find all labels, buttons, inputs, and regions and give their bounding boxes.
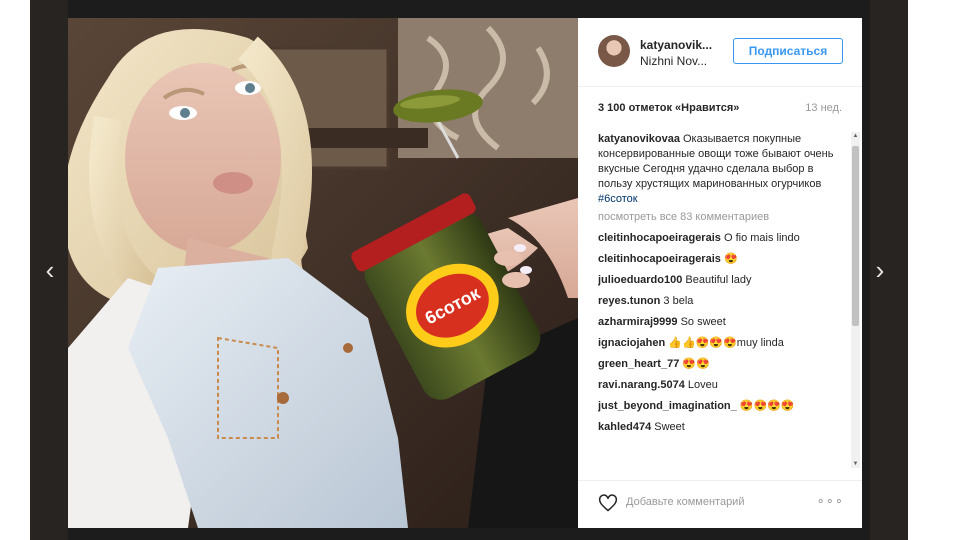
- comment-item: cleitinhocapoeiragerais O fio mais lindo: [598, 231, 848, 252]
- comment-text: 😍: [723, 253, 738, 265]
- comment-author[interactable]: cleitinhocapoeiragerais: [598, 232, 721, 244]
- comments-list: katyanovikovaa Оказывается покупные конс…: [598, 132, 848, 478]
- selfie-illustration: 6соток: [68, 18, 578, 528]
- comment-author[interactable]: ravi.narang.5074: [598, 379, 685, 391]
- comment-item: azharmiraj9999 So sweet: [598, 315, 848, 336]
- comment-item: julioeduardo100 Beautiful lady: [598, 273, 848, 294]
- add-comment-input[interactable]: Добавьте комментарий: [626, 496, 744, 508]
- caption-hashtag[interactable]: #6соток: [598, 193, 638, 205]
- view-all-comments-link[interactable]: посмотреть все 83 комментариев: [598, 210, 848, 225]
- comment-text: Loveu: [687, 379, 718, 391]
- comment-text: So sweet: [680, 316, 726, 328]
- comment-item: green_heart_77 😍😍: [598, 357, 848, 378]
- avatar[interactable]: [598, 35, 630, 67]
- comment-item: reyes.tunon 3 bela: [598, 294, 848, 315]
- comment-text: 😍😍: [682, 358, 710, 370]
- comment-author[interactable]: reyes.tunon: [598, 295, 660, 307]
- scroll-up-arrow-icon[interactable]: ▲: [851, 132, 860, 140]
- comment-item: just_beyond_imagination_ 😍😍😍😍: [598, 399, 848, 420]
- post-time[interactable]: 13 нед.: [805, 102, 842, 114]
- comment-author[interactable]: azharmiraj9999: [598, 316, 678, 328]
- comment-text: 3 bela: [663, 295, 694, 307]
- scroll-down-arrow-icon[interactable]: ▼: [851, 460, 860, 468]
- post-side-panel: katyanovik... Nizhni Nov... Подписаться …: [578, 18, 862, 528]
- comment-author[interactable]: just_beyond_imagination_: [598, 400, 737, 412]
- comment-item: ignaciojahen 👍👍😍😍😍muy linda: [598, 336, 848, 357]
- chevron-left-icon[interactable]: ‹: [40, 255, 60, 285]
- scrollbar-thumb[interactable]: [852, 146, 859, 326]
- post-location[interactable]: Nizhni Nov...: [640, 54, 707, 68]
- comment-text: 👍👍😍😍😍muy linda: [668, 337, 784, 349]
- comment-author[interactable]: green_heart_77: [598, 358, 679, 370]
- comments-scrollbar[interactable]: ▲ ▼: [851, 132, 860, 468]
- post-header: katyanovik... Nizhni Nov... Подписаться: [578, 18, 862, 87]
- post-photo[interactable]: 6соток: [68, 18, 578, 528]
- comment-author[interactable]: cleitinhocapoeiragerais: [598, 253, 721, 265]
- comment-text: Sweet: [654, 421, 685, 433]
- more-options-button[interactable]: ∘∘∘: [817, 493, 844, 509]
- post-caption: katyanovikovaa Оказывается покупные конс…: [598, 132, 848, 207]
- caption-author[interactable]: katyanovikovaa: [598, 133, 680, 145]
- comment-text: O fio mais lindo: [723, 232, 800, 244]
- comment-item: kahled474 Sweet: [598, 420, 848, 441]
- post-footer: Добавьте комментарий ∘∘∘: [578, 480, 862, 529]
- likes-count[interactable]: 3 100 отметок «Нравится»: [598, 102, 739, 114]
- chevron-right-icon[interactable]: ›: [870, 255, 890, 285]
- comment-text: Beautiful lady: [685, 274, 752, 286]
- follow-button[interactable]: Подписаться: [733, 38, 843, 64]
- comment-author[interactable]: julioeduardo100: [598, 274, 682, 286]
- comment-item: ravi.narang.5074 Loveu: [598, 378, 848, 399]
- comment-text: 😍😍😍😍: [739, 400, 795, 412]
- heart-icon[interactable]: [598, 493, 618, 513]
- comment-author[interactable]: kahled474: [598, 421, 651, 433]
- comment-author[interactable]: ignaciojahen: [598, 337, 665, 349]
- post-username[interactable]: katyanovik...: [640, 38, 712, 52]
- comment-item: cleitinhocapoeiragerais 😍: [598, 252, 848, 273]
